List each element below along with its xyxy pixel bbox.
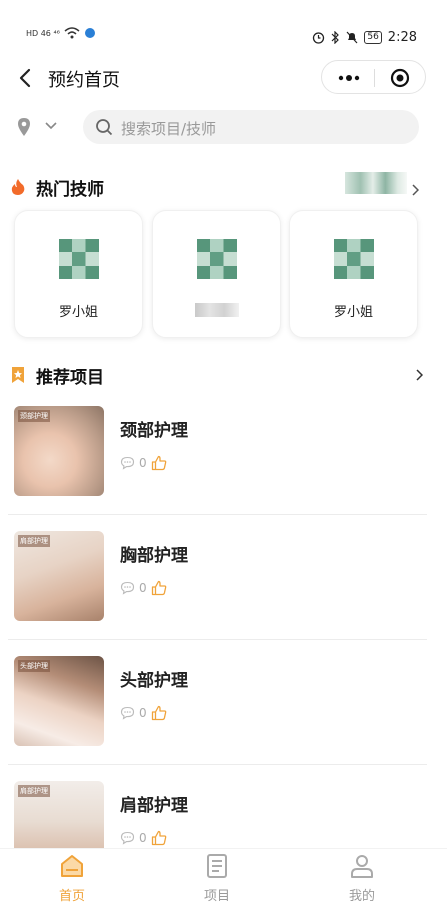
- avatar: [59, 239, 99, 279]
- tab-label: 首页: [58, 889, 85, 904]
- project-meta: 0: [120, 454, 167, 472]
- project-thumbnail: 颈部护理: [14, 406, 104, 496]
- fire-icon: [11, 179, 25, 195]
- tab-label: 项目: [203, 889, 230, 904]
- comment-icon: [120, 456, 135, 470]
- project-name: 颈部护理: [120, 421, 188, 441]
- more-dots-icon[interactable]: [336, 71, 362, 85]
- list-item[interactable]: 头部护理 头部护理 0: [0, 640, 447, 765]
- back-arrow-icon[interactable]: [14, 64, 38, 92]
- tab-bar: 首页 项目 我的: [0, 848, 447, 907]
- tab-profile[interactable]: 我的: [302, 853, 422, 907]
- project-list: 颈部护理 颈部护理 0 肩部护理 胸部护理 0 头部护理 头部护理 0 肩部护理…: [0, 390, 447, 890]
- project-thumbnail: 头部护理: [14, 656, 104, 746]
- network-label: HD 46 ⁴⁶: [26, 28, 60, 38]
- tab-home[interactable]: 首页: [12, 853, 132, 907]
- capsule-divider: [374, 69, 375, 87]
- search-row: 搜索项目/技师: [0, 110, 447, 144]
- app-notification-icon: [84, 28, 95, 38]
- project-meta: 0: [120, 579, 167, 597]
- comment-count: 0: [139, 706, 147, 720]
- section-title: 推荐项目: [36, 368, 104, 388]
- project-thumbnail: 肩部护理: [14, 531, 104, 621]
- comment-icon: [120, 831, 135, 845]
- wifi-icon: [64, 27, 80, 39]
- home-icon: [61, 855, 83, 877]
- thumbs-up-icon[interactable]: [151, 580, 167, 596]
- thumbnail-tag: 肩部护理: [18, 785, 50, 797]
- view-more-link[interactable]: [345, 172, 407, 194]
- project-name: 胸部护理: [120, 546, 188, 566]
- page-title: 预约首页: [48, 70, 120, 91]
- tech-card[interactable]: 罗小姐: [14, 210, 143, 338]
- document-list-icon: [207, 854, 227, 878]
- avatar: [197, 239, 237, 279]
- list-item[interactable]: 肩部护理 胸部护理 0: [0, 515, 447, 640]
- project-meta: 0: [120, 829, 167, 847]
- comment-count: 0: [139, 581, 147, 595]
- miniprogram-capsule: [321, 60, 426, 94]
- location-pin-icon[interactable]: [17, 117, 31, 137]
- thumbnail-tag: 头部护理: [18, 660, 50, 672]
- chevron-right-icon[interactable]: [411, 184, 419, 196]
- thumbs-up-icon[interactable]: [151, 455, 167, 471]
- tech-name: 罗小姐: [333, 305, 373, 320]
- tech-name: 罗小姐: [58, 305, 98, 320]
- clock: 2:28: [387, 30, 417, 45]
- comment-count: 0: [139, 456, 147, 470]
- mute-icon: [346, 31, 358, 44]
- close-target-icon[interactable]: [390, 68, 410, 88]
- search-icon: [96, 119, 113, 136]
- chevron-right-icon[interactable]: [415, 369, 423, 381]
- thumbnail-tag: 颈部护理: [18, 410, 50, 422]
- comment-icon: [120, 581, 135, 595]
- tech-card[interactable]: [152, 210, 281, 338]
- bookmark-star-icon: [12, 367, 24, 383]
- search-input[interactable]: 搜索项目/技师: [83, 110, 419, 144]
- thumbs-up-icon[interactable]: [151, 705, 167, 721]
- tech-list: 罗小姐 罗小姐: [0, 210, 447, 338]
- project-name: 肩部护理: [120, 796, 188, 816]
- nav-bar: 预约首页: [0, 56, 447, 100]
- status-bar: HD 46 ⁴⁶ 56 2:28: [0, 0, 447, 56]
- alarm-icon: [313, 32, 325, 44]
- status-right: 56 2:28: [312, 30, 417, 45]
- recommended-header: 推荐项目: [0, 360, 447, 390]
- search-placeholder: 搜索项目/技师: [121, 120, 217, 138]
- thumbnail-tag: 肩部护理: [18, 535, 50, 547]
- tab-projects[interactable]: 项目: [157, 853, 277, 907]
- project-meta: 0: [120, 704, 167, 722]
- thumbs-up-icon[interactable]: [151, 830, 167, 846]
- list-item[interactable]: 颈部护理 颈部护理 0: [0, 390, 447, 515]
- user-icon: [351, 855, 373, 878]
- project-name: 头部护理: [120, 671, 188, 691]
- bluetooth-icon: [331, 31, 340, 44]
- comment-count: 0: [139, 831, 147, 845]
- hot-techs-header: 热门技师: [0, 172, 447, 202]
- comment-icon: [120, 706, 135, 720]
- tech-card[interactable]: 罗小姐: [289, 210, 418, 338]
- avatar: [334, 239, 374, 279]
- section-title: 热门技师: [36, 180, 104, 200]
- chevron-down-icon[interactable]: [44, 120, 58, 132]
- battery-indicator: 56: [364, 31, 382, 44]
- tab-label: 我的: [348, 889, 375, 904]
- signal-indicators: HD 46 ⁴⁶: [26, 27, 96, 39]
